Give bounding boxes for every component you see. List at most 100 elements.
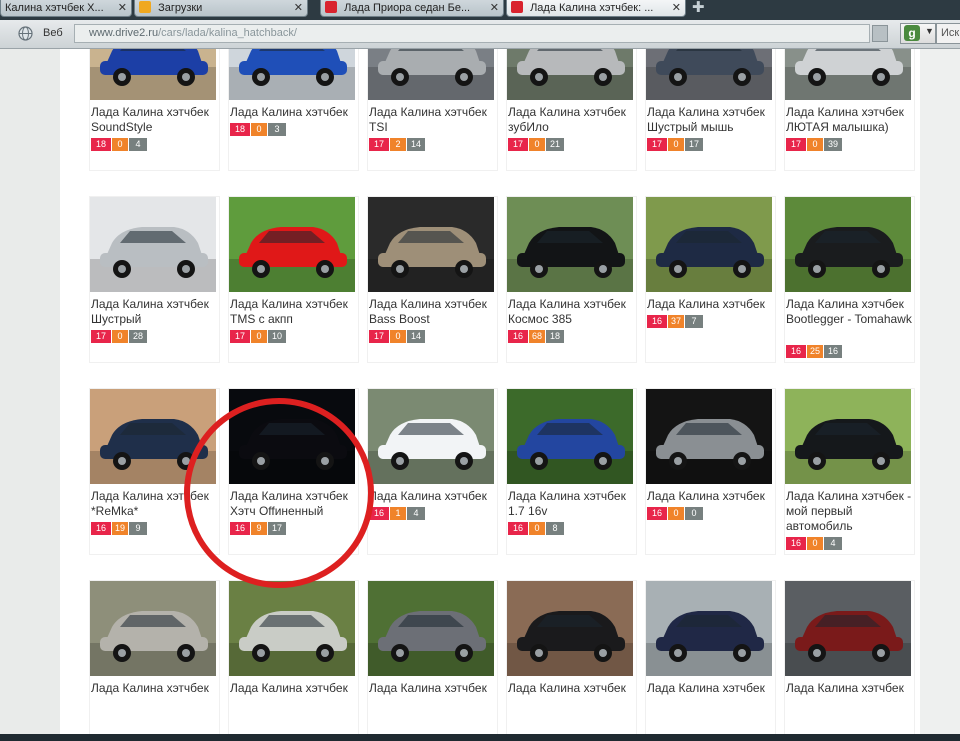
car-photo[interactable] — [507, 49, 633, 100]
car-photo[interactable] — [785, 389, 911, 484]
tab-3[interactable]: Лада Приора седан Бе... ✕ — [320, 0, 504, 17]
car-title[interactable]: Лада Калина хэтчбек - мой первый автомоб… — [786, 489, 920, 534]
car-title[interactable]: Лада Калина хэтчбек Шустрый — [91, 297, 225, 327]
car-photo[interactable] — [646, 581, 772, 676]
car-card[interactable]: Лада Калина хэтчбек — [507, 581, 636, 734]
car-card[interactable]: Лада Калина хэтчбек 16 0 0 — [646, 389, 775, 554]
likes-count: 16 — [647, 315, 667, 328]
tab-4-active[interactable]: Лада Калина хэтчбек: ... ✕ — [506, 0, 686, 17]
comments-count: 0 — [668, 507, 684, 520]
tab-2[interactable]: Загрузки ✕ — [134, 0, 308, 17]
car-card[interactable]: Лада Калина хэтчбек 16 37 7 — [646, 197, 775, 362]
car-title[interactable]: Лада Калина хэтчбек — [647, 489, 781, 504]
search-engine-selector[interactable]: g ▼ — [900, 23, 936, 44]
car-card[interactable]: Лада Калина хэтчбек 16 1 4 — [368, 389, 497, 554]
likes-count: 17 — [230, 330, 250, 343]
car-photo[interactable] — [90, 389, 216, 484]
car-card[interactable]: Лада Калина хэтчбек Космос 385 16 68 18 — [507, 197, 636, 362]
car-photo[interactable] — [229, 49, 355, 100]
car-title[interactable]: Лада Калина хэтчбек SoundStyle — [91, 105, 225, 135]
car-title[interactable]: Лада Калина хэтчбек TMS с акпп — [230, 297, 364, 327]
car-card[interactable]: Лада Калина хэтчбек — [368, 581, 497, 734]
car-title[interactable]: Лада Калина хэтчбек — [786, 681, 920, 696]
car-card[interactable]: Лада Калина хэтчбек 18 0 3 — [229, 49, 358, 170]
car-photo[interactable] — [368, 197, 494, 292]
car-title[interactable]: Лада Калина хэтчбек Шустрый мышь — [647, 105, 781, 135]
car-stats: 16 9 17 — [230, 522, 287, 535]
car-photo[interactable] — [507, 389, 633, 484]
car-photo[interactable] — [785, 197, 911, 292]
likes-count: 17 — [91, 330, 111, 343]
car-photo[interactable] — [507, 197, 633, 292]
car-photo[interactable] — [90, 581, 216, 676]
car-stats: 16 19 9 — [91, 522, 148, 535]
car-card[interactable]: Лада Калина хэтчбек Шустрый 17 0 28 — [90, 197, 219, 362]
car-card[interactable]: Лада Калина хэтчбек *ReMka* 16 19 9 — [90, 389, 219, 554]
address-field[interactable]: www.drive2.ru/cars/lada/kalina_hatchback… — [74, 24, 870, 43]
car-photo[interactable] — [229, 581, 355, 676]
car-title[interactable]: Лада Калина хэтчбек — [369, 489, 503, 504]
car-card[interactable]: Лада Калина хэтчбек — [90, 581, 219, 734]
car-photo[interactable] — [785, 49, 911, 100]
car-photo[interactable] — [368, 49, 494, 100]
car-title[interactable]: Лада Калина хэтчбек — [91, 681, 225, 696]
car-photo[interactable] — [507, 581, 633, 676]
car-photo[interactable] — [785, 581, 911, 676]
comments-count: 0 — [112, 138, 128, 151]
car-card[interactable]: Лада Калина хэтчбек ЛЮТАЯ малышка) 17 0 39 — [785, 49, 914, 170]
car-card[interactable]: Лада Калина хэтчбек — [229, 581, 358, 734]
car-card[interactable]: Лада Калина хэтчбек зубИло 17 0 21 — [507, 49, 636, 170]
close-tab-icon[interactable]: ✕ — [672, 0, 681, 16]
car-title[interactable]: Лада Калина хэтчбек — [230, 105, 364, 120]
car-card[interactable]: Лада Калина хэтчбек TSI 17 2 14 — [368, 49, 497, 170]
car-title[interactable]: Лада Калина хэтчбек Хэтч Offиненный — [230, 489, 364, 519]
tab-1[interactable]: Калина хэтчбек Х... ✕ — [0, 0, 132, 17]
car-title[interactable]: Лада Калина хэтчбек зубИло — [508, 105, 642, 135]
comments-count: 0 — [668, 138, 684, 151]
close-tab-icon[interactable]: ✕ — [118, 0, 127, 16]
car-photo[interactable] — [90, 197, 216, 292]
car-card[interactable]: Лада Калина хэтчбек 1.7 16v 16 0 8 — [507, 389, 636, 554]
new-tab-icon[interactable]: ✚ — [692, 0, 705, 15]
car-card[interactable]: Лада Калина хэтчбек SoundStyle 18 0 4 — [90, 49, 219, 170]
car-card[interactable]: Лада Калина хэтчбек — [646, 581, 775, 734]
car-stats: 17 0 10 — [230, 330, 287, 343]
car-photo[interactable] — [646, 49, 772, 100]
car-photo[interactable] — [646, 197, 772, 292]
taskbar-strip — [0, 734, 960, 741]
car-card[interactable]: Лада Калина хэтчбек Шустрый мышь 17 0 17 — [646, 49, 775, 170]
car-title[interactable]: Лада Калина хэтчбек ЛЮТАЯ малышка) — [786, 105, 920, 135]
car-title[interactable]: Лада Калина хэтчбек TSI — [369, 105, 503, 135]
car-photo[interactable] — [646, 389, 772, 484]
car-title[interactable]: Лада Калина хэтчбек *ReMka* — [91, 489, 225, 519]
car-title[interactable]: Лада Калина хэтчбек — [647, 681, 781, 696]
url-host: www.drive2.ru — [89, 27, 159, 39]
car-title[interactable]: Лада Калина хэтчбек — [369, 681, 503, 696]
car-photo[interactable] — [368, 389, 494, 484]
car-card[interactable]: Лада Калина хэтчбек TMS с акпп 17 0 10 — [229, 197, 358, 362]
car-photo[interactable] — [368, 581, 494, 676]
car-title[interactable]: Лада Калина хэтчбек Bootlegger - Tomahaw… — [786, 297, 920, 327]
car-title[interactable]: Лада Калина хэтчбек Космос 385 — [508, 297, 642, 327]
go-button[interactable] — [872, 25, 888, 42]
car-photo[interactable] — [90, 49, 216, 100]
close-tab-icon[interactable]: ✕ — [294, 0, 303, 16]
car-card[interactable]: Лада Калина хэтчбек Bootlegger - Tomahaw… — [785, 197, 914, 362]
car-photo[interactable] — [229, 389, 355, 484]
car-title[interactable]: Лада Калина хэтчбек — [230, 681, 364, 696]
close-tab-icon[interactable]: ✕ — [490, 0, 499, 16]
car-title[interactable]: Лада Калина хэтчбек 1.7 16v — [508, 489, 642, 519]
search-input[interactable]: Иск — [936, 23, 960, 44]
car-card[interactable]: Лада Калина хэтчбек — [785, 581, 914, 734]
car-photo[interactable] — [229, 197, 355, 292]
comments-count: 25 — [807, 345, 823, 358]
car-title[interactable]: Лада Калина хэтчбек — [508, 681, 642, 696]
car-title[interactable]: Лада Калина хэтчбек Bass Boost — [369, 297, 503, 327]
engine-label[interactable]: Веб — [43, 27, 63, 39]
car-card[interactable]: Лада Калина хэтчбек - мой первый автомоб… — [785, 389, 914, 554]
photos-count: 3 — [268, 123, 286, 136]
likes-count: 17 — [508, 138, 528, 151]
car-card[interactable]: Лада Калина хэтчбек Хэтч Offиненный 16 9 17 — [229, 389, 358, 554]
car-card[interactable]: Лада Калина хэтчбек Bass Boost 17 0 14 — [368, 197, 497, 362]
car-title[interactable]: Лада Калина хэтчбек — [647, 297, 781, 312]
